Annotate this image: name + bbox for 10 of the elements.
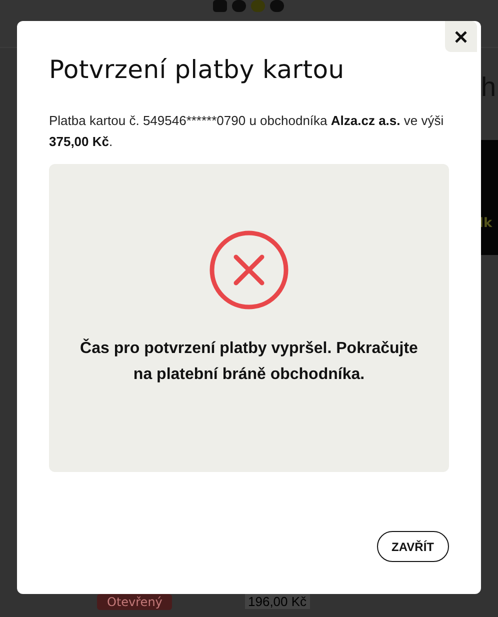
payment-info: Platba kartou č. 549546******0790 u obchodníka Alza.cz a.s. ve výši 375,00 Kč.: [49, 112, 445, 151]
result-message: Čas pro potvrzení platby vypršel. Pokračujte na platební bráně obchodníka.: [79, 338, 419, 385]
error-icon: [209, 230, 289, 310]
close-icon: [455, 30, 467, 42]
logo-icon: [213, 0, 285, 14]
dialog-title: Potvrzení platby kartou: [49, 55, 346, 84]
status-badge: Otevřený: [97, 594, 172, 610]
close-button[interactable]: ZAVŘÍT: [376, 531, 449, 562]
order-amount: 196,00 Kč: [245, 594, 310, 609]
close-button[interactable]: [445, 21, 477, 52]
